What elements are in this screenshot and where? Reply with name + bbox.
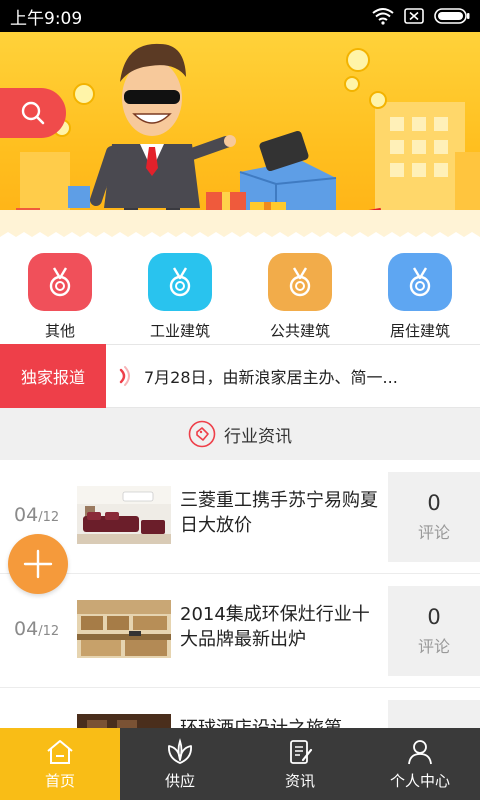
article-title: 2014集成环保灶行业十大品牌最新出炉 [180,604,370,650]
tab-label: 首页 [44,771,75,790]
category-label: 公共建筑 [269,322,330,340]
article-date: 04/12 [14,504,59,526]
section-header: 行业资讯 [0,408,480,460]
status-bar: 上午9:09 [0,0,480,32]
article-thumbnail [77,486,171,544]
document-icon [290,739,313,764]
comment-box[interactable]: 0 [388,700,480,728]
medal-icon [289,267,311,297]
sim-icon [404,8,424,24]
broadcast-icon [106,365,144,387]
list-item[interactable]: 04/12 2014集成环保灶行业十大品牌最新出炉 0 评论 [0,574,480,688]
category-label: 居住建筑 [389,322,450,340]
home-icon [47,739,73,764]
category-public[interactable]: 公共建筑 [240,244,360,344]
search-icon [21,101,45,125]
category-residential[interactable]: 居住建筑 [360,244,480,344]
comment-box[interactable]: 0 评论 [388,472,480,562]
category-label: 其他 [44,322,75,340]
article-month: /12 [38,624,60,639]
status-time: 上午9:09 [10,8,83,29]
tab-label: 资讯 [284,771,315,790]
person-icon [408,739,432,764]
article-title: 三菱重工携手苏宁易购夏日大放价 [180,490,378,536]
leaf-icon [168,737,192,764]
article-day: 04 [14,504,39,526]
status-icons [372,7,470,25]
section-title: 行业资讯 [224,426,292,447]
tab-label: 供应 [164,771,195,790]
category-grid: 其他 工业建筑 公共建筑 居住建筑 [0,244,480,344]
tab-supply[interactable]: 供应 [120,728,240,800]
category-industrial[interactable]: 工业建筑 [120,244,240,344]
comment-count: 0 [427,605,441,629]
plus-icon [23,549,53,579]
article-thumbnail [77,714,171,728]
comment-label: 评论 [417,637,450,656]
article-list: 04/12 三菱重工携手苏宁易购夏日大放价 0 评论 04/12 2014集成环… [0,460,480,728]
comment-count: 0 [427,491,441,515]
bottom-tab-bar: 首页 供应 资讯 个人中心 [0,728,480,800]
tab-home[interactable]: 首页 [0,728,120,800]
search-button[interactable] [0,88,66,138]
tab-profile[interactable]: 个人中心 [360,728,480,800]
comment-label: 评论 [417,523,450,542]
news-ticker[interactable]: 独家报道 7月28日，由新浪家居主办、简一... [0,344,480,408]
category-other[interactable]: 其他 [0,244,120,344]
tab-news[interactable]: 资讯 [240,728,360,800]
category-tile [148,253,212,311]
promo-banner[interactable] [0,32,480,244]
article-title: 环球酒店设计之旅第 [180,716,385,728]
article-date: 04/12 [14,618,59,640]
banner-zigzag-edge [0,232,480,244]
medal-icon [409,267,431,297]
article-day: 04 [14,618,39,640]
category-tile [388,253,452,311]
medal-icon [169,267,191,297]
tag-icon [188,420,216,448]
list-item[interactable]: 04/12 三菱重工携手苏宁易购夏日大放价 0 评论 [0,460,480,574]
add-button[interactable] [8,534,68,594]
article-thumbnail [77,600,171,658]
ticker-text: 7月28日，由新浪家居主办、简一... [144,368,398,387]
article-month: /12 [38,510,60,525]
comment-box[interactable]: 0 评论 [388,586,480,676]
wifi-icon [372,8,394,25]
category-label: 工业建筑 [149,322,210,340]
category-tile [268,253,332,311]
battery-icon [434,8,470,24]
category-tile [28,253,92,311]
tab-label: 个人中心 [389,771,450,790]
medal-icon [49,267,71,297]
exclusive-tag: 独家报道 [0,344,106,408]
list-item[interactable]: 环球酒店设计之旅第 0 [0,688,480,728]
